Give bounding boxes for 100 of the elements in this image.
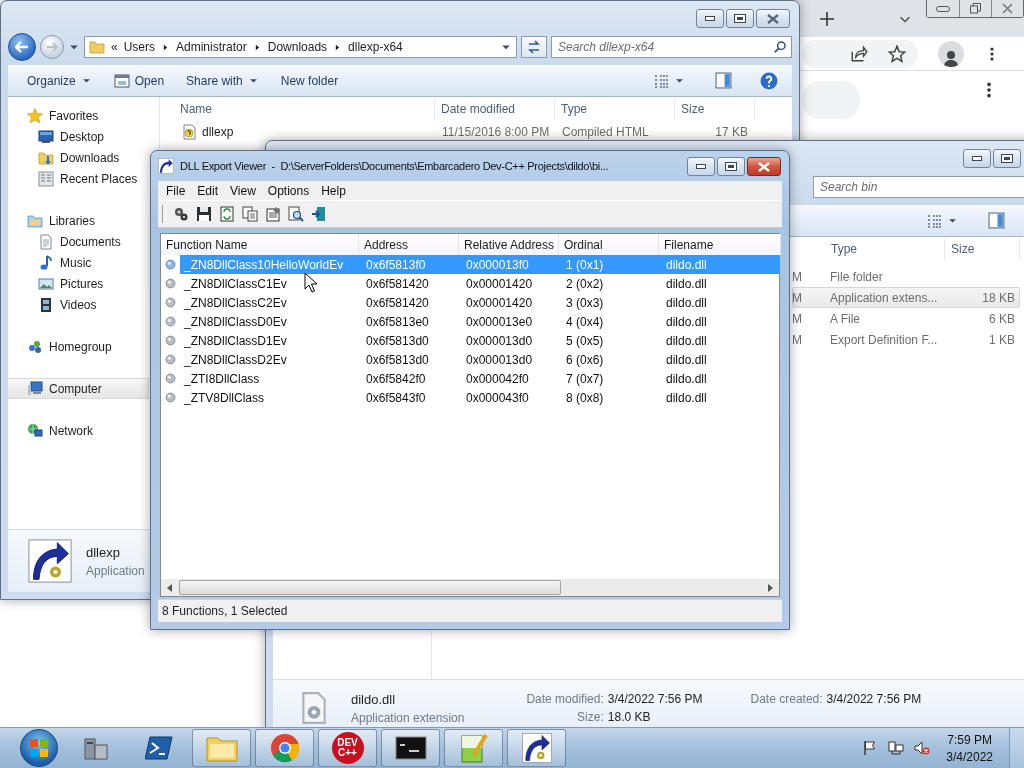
column-header[interactable]: Type (825, 238, 945, 260)
toolbar-button[interactable]: Organize (18, 69, 101, 92)
nav-item[interactable]: Libraries (8, 210, 149, 231)
nav-item[interactable]: Favorites (8, 105, 149, 126)
toolbar-button[interactable]: Share with (177, 69, 268, 92)
minimize-button[interactable] (696, 9, 724, 28)
table-cell: 4 (0x4) (566, 314, 604, 329)
minimize-icon (696, 164, 706, 169)
back-button[interactable] (8, 33, 36, 61)
table-cell: dildo.dll (666, 314, 707, 329)
preview-pane-icon[interactable] (715, 72, 732, 89)
close-button[interactable] (747, 157, 781, 176)
gears-icon[interactable] (173, 206, 189, 222)
save-icon[interactable] (196, 206, 212, 222)
table-cell: dllexp (161, 123, 436, 140)
maximize-button[interactable] (717, 157, 745, 176)
maximize-button[interactable] (993, 149, 1021, 168)
column-header[interactable]: Date modified (435, 98, 555, 120)
document-icon (38, 233, 54, 250)
path-overflow[interactable]: « (111, 40, 118, 54)
nav-item[interactable]: Pictures (8, 273, 149, 294)
help-icon[interactable] (760, 71, 778, 90)
nav-item[interactable]: Network (8, 420, 149, 441)
start-button[interactable] (20, 729, 58, 767)
column-header[interactable]: Size (945, 238, 1020, 260)
toolbar-button[interactable]: New folder (271, 69, 348, 92)
table-row[interactable]: _ZN8DllClassC1Ev 0x6f581420 0x00001420 2 (0x2) dildo.dll (180, 274, 780, 293)
star-outline-icon[interactable] (888, 44, 906, 63)
table-row[interactable]: _ZTV8DllClass 0x6f5843f0 0x000043f0 8 (0x8) dildo.dll (180, 388, 780, 407)
nav-item[interactable]: Desktop (8, 126, 149, 147)
taskbar-button[interactable] (507, 729, 566, 767)
share-icon[interactable] (850, 44, 868, 63)
table-cell: 0x00001420 (466, 276, 533, 291)
download-folder-icon (38, 149, 54, 166)
column-header[interactable]: Size (675, 98, 755, 120)
table-cell-text: Export Definition F... (829, 332, 939, 347)
nav-item[interactable]: Homegroup (8, 336, 149, 357)
nav-item[interactable]: Recent Places (8, 168, 149, 189)
menu-item[interactable]: Options (261, 183, 316, 198)
file-row[interactable]: M Application extens... 18 KB (792, 287, 1020, 308)
table-cell: 0x6f5813d0 (366, 333, 429, 348)
toolbar-button[interactable]: Open (104, 68, 174, 93)
scrollbar-thumb[interactable] (179, 580, 561, 595)
minimize-button[interactable] (687, 157, 715, 176)
refresh-icon[interactable] (219, 206, 235, 222)
copy-icon[interactable] (242, 206, 258, 222)
column-header[interactable]: Ordinal (559, 234, 659, 255)
close-button[interactable] (756, 9, 790, 28)
column-header[interactable]: Name (160, 98, 435, 120)
column-header[interactable]: Relative Address (459, 234, 559, 255)
breadcrumb-link[interactable]: Users (123, 40, 156, 54)
column-header[interactable]: Type (555, 98, 675, 120)
properties-icon[interactable] (265, 206, 281, 222)
breadcrumb-link[interactable]: Downloads (267, 40, 328, 54)
table-row[interactable]: _ZTI8DllClass 0x6f5842f0 0x000042f0 7 (0x7) dildo.dll (180, 369, 780, 388)
column-header[interactable]: Function Name (161, 234, 359, 255)
table-cell-text: 17 KB (714, 124, 749, 139)
refresh-button[interactable] (521, 36, 547, 58)
table-row[interactable]: _ZN8DllClassC2Ev 0x6f581420 0x00001420 3 (0x3) dildo.dll (180, 293, 780, 312)
minimize-button[interactable] (963, 149, 991, 168)
breadcrumb-link[interactable]: dllexp-x64 (348, 40, 403, 54)
horizontal-scrollbar[interactable] (161, 579, 779, 596)
table-row[interactable]: _ZN8DllClassD0Ev 0x6f5813e0 0x000013e0 4 (0x4) dildo.dll (180, 312, 780, 331)
clock[interactable]: 7:59 PM 3/4/2022 (946, 732, 993, 764)
menu-item[interactable]: Edit (191, 183, 225, 198)
table-cell: _ZTV8DllClass (184, 390, 264, 405)
exit-icon[interactable] (311, 206, 327, 222)
table-row[interactable]: _ZN8DllClassD2Ev 0x6f5813d0 0x000013d0 6 (0x6) dildo.dll (180, 350, 780, 369)
column-header[interactable]: Address (359, 234, 459, 255)
table-row[interactable]: _ZN8DllClassD1Ev 0x6f5813d0 0x000013d0 5 (0x5) dildo.dll (180, 331, 780, 350)
column-header[interactable]: Filename (659, 234, 781, 255)
menu-item[interactable]: File (160, 183, 192, 198)
plus-icon[interactable] (819, 10, 835, 27)
nav-item[interactable]: Documents (8, 231, 149, 252)
search-field[interactable]: Search dllexp-x64 (551, 36, 792, 58)
taskbar-button[interactable]: DEV C++ (318, 729, 377, 767)
file-row[interactable]: M A File 6 KB (792, 308, 1020, 329)
address-bar[interactable] (802, 39, 918, 68)
profile-avatar[interactable] (938, 40, 964, 67)
address-bar[interactable]: « Users Administrator Downloads dllexp-x64 (84, 36, 517, 58)
table-cell-text: M (793, 290, 803, 305)
nav-item[interactable]: Videos (8, 294, 149, 315)
find-icon[interactable] (288, 206, 304, 222)
preview-pane-icon[interactable] (988, 212, 1005, 229)
search-field[interactable]: Search bin (813, 176, 1024, 198)
table-cell: 0x000042f0 (466, 371, 529, 386)
table-cell: _ZTI8DllClass (184, 371, 260, 386)
speaker-muted-icon[interactable] (914, 740, 931, 756)
menu-item[interactable]: Help (315, 183, 352, 198)
maximize-button[interactable] (726, 9, 754, 28)
taskbar-button[interactable] (381, 729, 440, 767)
nav-item[interactable]: Music (8, 252, 149, 273)
file-row[interactable]: M Export Definition F... 1 KB (792, 329, 1020, 350)
network-status-icon[interactable] (888, 740, 905, 756)
file-row[interactable]: M File folder (792, 266, 945, 287)
breadcrumb-link[interactable]: Administrator (176, 40, 247, 54)
nav-item[interactable]: Computer (8, 378, 149, 399)
back-arrow-icon (15, 41, 29, 53)
nav-item[interactable]: Downloads (8, 147, 149, 168)
menu-item[interactable]: View (224, 183, 262, 198)
